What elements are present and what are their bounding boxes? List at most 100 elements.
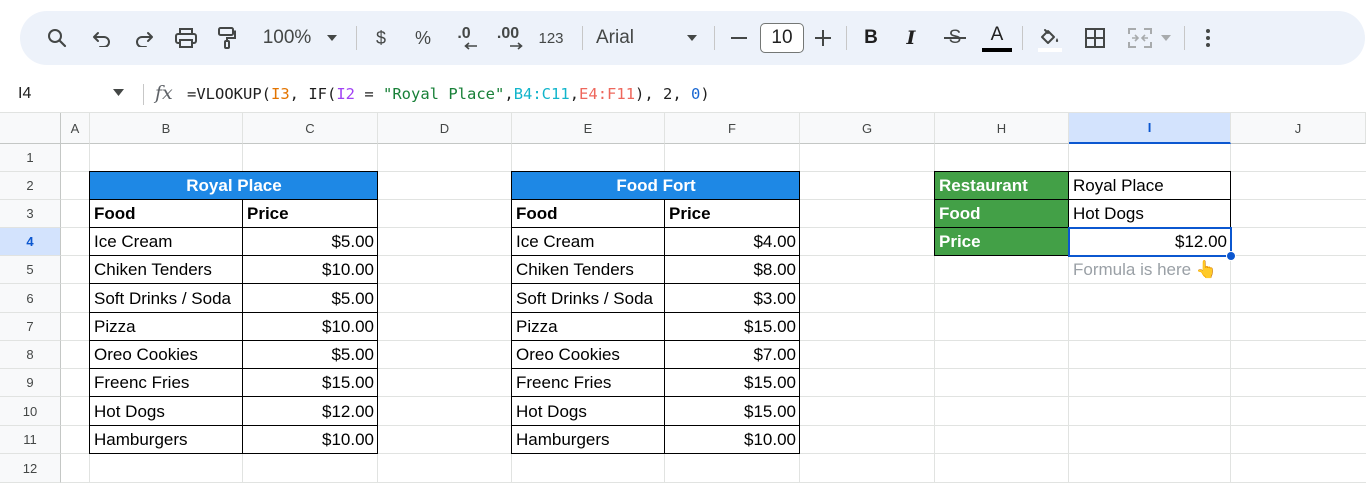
strikethrough-button[interactable]: S	[942, 11, 968, 65]
more-formats-button[interactable]: 123	[534, 11, 568, 65]
column-header-i[interactable]: I	[1069, 113, 1231, 144]
fill-color-button[interactable]	[1034, 11, 1066, 65]
food-fort-food-cell[interactable]: Hamburgers	[512, 426, 665, 454]
food-fort-food-cell[interactable]: Chiken Tenders	[512, 256, 665, 284]
borders-icon[interactable]	[1080, 11, 1110, 65]
column-header-c[interactable]: C	[243, 113, 378, 144]
text-color-button[interactable]: A	[982, 11, 1012, 65]
redo-icon[interactable]	[130, 11, 158, 65]
lookup-label-cell[interactable]: Food	[935, 200, 1069, 228]
column-header-g[interactable]: G	[800, 113, 935, 144]
decrease-font-size-icon[interactable]	[726, 11, 752, 65]
row-header-10[interactable]: 10	[0, 397, 61, 426]
royal-place-price-cell[interactable]: $5.00	[243, 284, 378, 313]
food-fort-price-cell[interactable]: $15.00	[665, 397, 800, 426]
formula-ref: B4:C11	[513, 85, 570, 103]
lookup-value-cell[interactable]: $12.00	[1069, 228, 1231, 256]
row-header-7[interactable]: 7	[0, 313, 61, 341]
row-header-1[interactable]: 1	[0, 144, 61, 172]
royal-place-food-cell[interactable]: Hot Dogs	[90, 397, 243, 426]
percent-format-button[interactable]: %	[410, 11, 436, 65]
lookup-value-cell[interactable]: Hot Dogs	[1069, 200, 1231, 228]
food-fort-price-cell[interactable]: $3.00	[665, 284, 800, 313]
more-options-icon[interactable]	[1196, 11, 1220, 65]
merge-dropdown-icon[interactable]	[1157, 11, 1175, 65]
food-fort-food-cell[interactable]: Ice Cream	[512, 228, 665, 256]
font-select[interactable]: Arial	[596, 11, 676, 65]
print-icon[interactable]	[171, 11, 201, 65]
royal-place-food-cell[interactable]: Soft Drinks / Soda	[90, 284, 243, 313]
royal-place-header-cell[interactable]: Food	[90, 200, 243, 228]
royal-place-price-cell[interactable]: $15.00	[243, 369, 378, 397]
row-header-5[interactable]: 5	[0, 256, 61, 284]
bold-button[interactable]: B	[858, 11, 884, 65]
zoom-select[interactable]: 100%	[256, 11, 318, 65]
decrease-decimal-button[interactable]: .0	[450, 11, 478, 65]
font-dropdown-icon[interactable]	[682, 11, 702, 65]
italic-button[interactable]: I	[898, 11, 924, 65]
formula-input[interactable]: =VLOOKUP(I3, IF(I2 = "Royal Place", B4:C1…	[187, 76, 710, 112]
royal-place-price-cell[interactable]: $5.00	[243, 341, 378, 369]
royal-place-food-cell[interactable]: Ice Cream	[90, 228, 243, 256]
royal-place-food-cell[interactable]: Pizza	[90, 313, 243, 341]
food-fort-header-cell[interactable]: Food	[512, 200, 665, 228]
food-fort-food-cell[interactable]: Hot Dogs	[512, 397, 665, 426]
food-fort-price-cell[interactable]: $15.00	[665, 369, 800, 397]
undo-icon[interactable]	[88, 11, 116, 65]
food-fort-food-cell[interactable]: Freenc Fries	[512, 369, 665, 397]
column-header-f[interactable]: F	[665, 113, 800, 144]
food-fort-price-cell[interactable]: $7.00	[665, 341, 800, 369]
row-header-9[interactable]: 9	[0, 369, 61, 397]
royal-place-price-cell[interactable]: $10.00	[243, 313, 378, 341]
food-fort-price-cell[interactable]: $15.00	[665, 313, 800, 341]
sheet-grid[interactable]: A B C D E F G H I J 1 2 3 4 5 6 7 8 9 10 11 12 Royal Place Food…	[0, 113, 1366, 483]
column-header-b[interactable]: B	[90, 113, 243, 144]
zoom-dropdown-icon[interactable]	[322, 11, 342, 65]
paint-format-icon[interactable]	[213, 11, 241, 65]
royal-place-price-cell[interactable]: $12.00	[243, 397, 378, 426]
royal-place-price-cell[interactable]: $10.00	[243, 256, 378, 284]
row-header-3[interactable]: 3	[0, 200, 61, 228]
food-fort-food-cell[interactable]: Soft Drinks / Soda	[512, 284, 665, 313]
food-fort-price-cell[interactable]: $8.00	[665, 256, 800, 284]
row-header-4[interactable]: 4	[0, 228, 61, 256]
column-header-e[interactable]: E	[512, 113, 665, 144]
column-header-j[interactable]: J	[1231, 113, 1366, 144]
row-header-6[interactable]: 6	[0, 284, 61, 313]
royal-place-title-cell[interactable]: Royal Place	[90, 172, 378, 200]
row-header-8[interactable]: 8	[0, 341, 61, 369]
row-header-12[interactable]: 12	[0, 454, 61, 483]
royal-place-food-cell[interactable]: Freenc Fries	[90, 369, 243, 397]
column-header-a[interactable]: A	[61, 113, 90, 144]
royal-place-food-cell[interactable]: Hamburgers	[90, 426, 243, 454]
royal-place-food-cell[interactable]: Chiken Tenders	[90, 256, 243, 284]
column-header-d[interactable]: D	[378, 113, 512, 144]
food-fort-price-cell[interactable]: $10.00	[665, 426, 800, 454]
name-box[interactable]: I4	[18, 76, 31, 112]
currency-format-button[interactable]: $	[368, 11, 394, 65]
royal-place-price-cell[interactable]: $10.00	[243, 426, 378, 454]
food-fort-title-cell[interactable]: Food Fort	[512, 172, 800, 200]
royal-place-food-cell[interactable]: Oreo Cookies	[90, 341, 243, 369]
royal-place-price-cell[interactable]: $5.00	[243, 228, 378, 256]
fill-handle[interactable]	[1226, 251, 1236, 261]
increase-font-size-icon[interactable]	[810, 11, 836, 65]
font-size-input[interactable]: 10	[760, 23, 804, 53]
column-header-h[interactable]: H	[935, 113, 1069, 144]
lookup-label-cell[interactable]: Price	[935, 228, 1069, 256]
food-fort-header-cell[interactable]: Price	[665, 200, 800, 228]
search-menus-icon[interactable]	[42, 11, 72, 65]
increase-decimal-button[interactable]: .00	[492, 11, 524, 65]
royal-place-header-cell[interactable]: Price	[243, 200, 378, 228]
food-fort-price-cell[interactable]: $4.00	[665, 228, 800, 256]
food-fort-food-cell[interactable]: Oreo Cookies	[512, 341, 665, 369]
lookup-label-cell[interactable]: Restaurant	[935, 172, 1069, 200]
row-header-2[interactable]: 2	[0, 172, 61, 200]
merge-cells-icon[interactable]	[1124, 11, 1156, 65]
select-all-corner[interactable]	[0, 113, 61, 144]
row-header-11[interactable]: 11	[0, 426, 61, 454]
food-fort-food-cell[interactable]: Pizza	[512, 313, 665, 341]
lookup-value-cell[interactable]: Royal Place	[1069, 172, 1231, 200]
formula-note-cell[interactable]: Formula is here 👆	[1069, 256, 1249, 284]
name-box-dropdown-icon[interactable]	[113, 89, 124, 96]
